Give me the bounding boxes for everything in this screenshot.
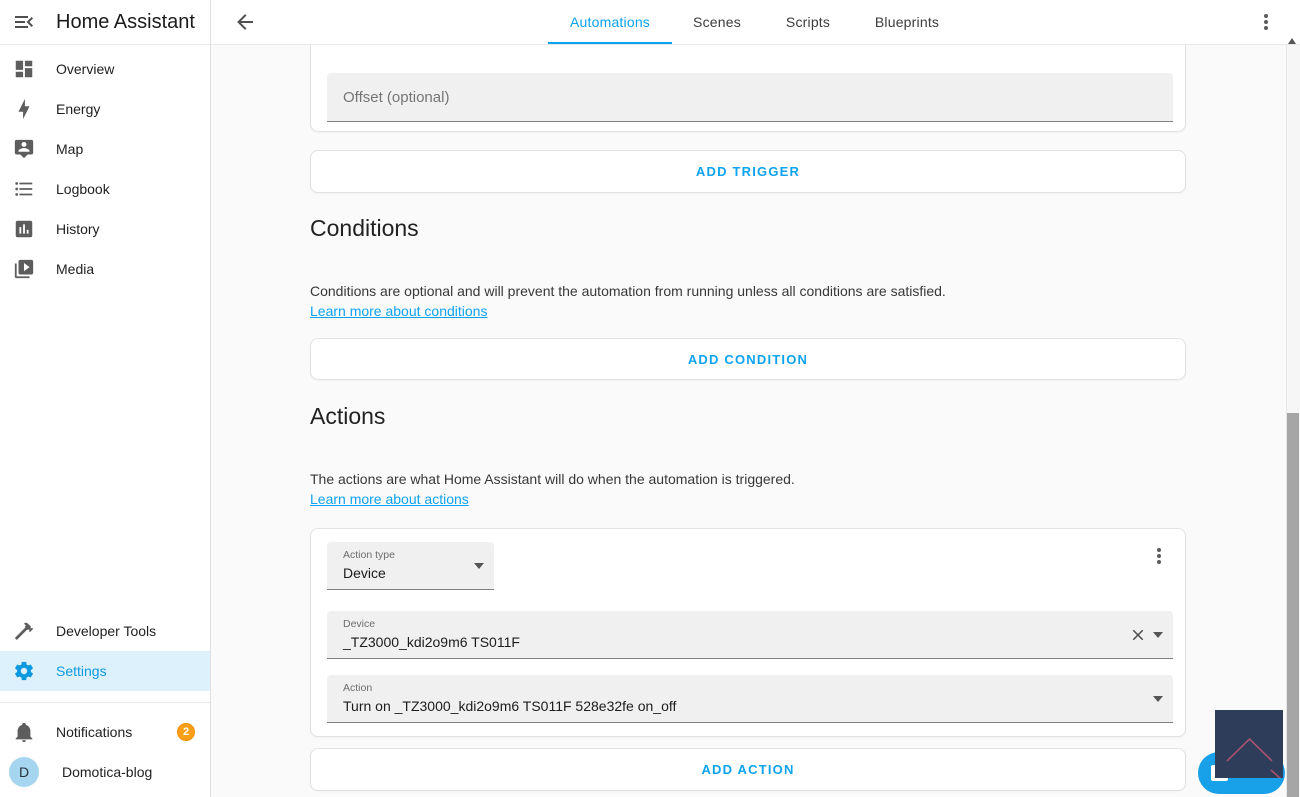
sidebar-item-developer-tools[interactable]: Developer Tools — [0, 611, 210, 651]
tab-automations[interactable]: Automations — [548, 0, 672, 44]
gear-icon — [12, 659, 36, 683]
chevron-logo-icon — [1226, 737, 1283, 781]
trigger-card-partial: Offset (optional) — [310, 45, 1186, 132]
action-type-select[interactable]: Action type Device — [327, 542, 494, 590]
add-condition-label: ADD CONDITION — [687, 351, 809, 367]
sidebar-toggle-menu-icon[interactable] — [12, 10, 36, 34]
tab-scripts[interactable]: Scripts — [762, 0, 854, 44]
sidebar-item-label: Settings — [56, 663, 107, 679]
sidebar-item-label: Media — [56, 261, 95, 277]
device-field-value: _TZ3000_kdi2o9m6 TS011F — [343, 634, 520, 650]
sidebar-nav: Overview Energy Map Logbook History Medi… — [0, 45, 210, 289]
sidebar-item-label: Notifications — [56, 724, 133, 740]
sidebar-tools-group: Developer Tools Settings — [0, 611, 210, 691]
actions-description: The actions are what Home Assistant will… — [310, 471, 795, 487]
sidebar-footer-group: Notifications 2 D Domotica-blog — [0, 712, 210, 792]
action-field-label: Action — [343, 682, 373, 694]
sidebar-item-settings[interactable]: Settings — [0, 651, 210, 691]
tab-scenes[interactable]: Scenes — [672, 0, 762, 44]
list-bulleted-icon — [12, 177, 36, 201]
conditions-learn-more-link[interactable]: Learn more about conditions — [310, 303, 487, 319]
chevron-down-icon[interactable] — [1153, 696, 1163, 702]
bell-icon — [12, 720, 36, 744]
tab-label: Scripts — [785, 14, 831, 30]
sidebar-item-energy[interactable]: Energy — [0, 89, 210, 129]
sidebar-item-label: Logbook — [56, 181, 110, 197]
action-type-value: Device — [343, 565, 386, 581]
sidebar-header: Home Assistant — [0, 0, 210, 45]
actions-heading: Actions — [310, 403, 386, 429]
sidebar-item-label: Developer Tools — [56, 623, 157, 639]
device-combobox[interactable]: Device _TZ3000_kdi2o9m6 TS011F — [327, 611, 1173, 659]
sidebar-item-label: Domotica-blog — [62, 764, 153, 780]
sidebar-item-notifications[interactable]: Notifications 2 — [0, 712, 210, 752]
hammer-icon — [12, 619, 36, 643]
actions-learn-more-link[interactable]: Learn more about actions — [310, 491, 469, 507]
tab-bar: Automations Scenes Scripts Blueprints — [548, 0, 960, 44]
overflow-menu-icon[interactable] — [1254, 10, 1278, 34]
back-arrow-icon[interactable] — [233, 10, 257, 34]
sidebar-item-label: Map — [56, 141, 84, 157]
conditions-heading: Conditions — [310, 215, 419, 241]
chart-box-icon — [12, 217, 36, 241]
sidebar-item-media[interactable]: Media — [0, 249, 210, 289]
play-box-icon — [12, 257, 36, 281]
offset-input[interactable]: Offset (optional) — [327, 73, 1173, 122]
sidebar-divider — [0, 702, 210, 703]
offset-input-placeholder: Offset (optional) — [343, 88, 450, 106]
tab-label: Automations — [569, 14, 651, 30]
add-condition-button[interactable]: ADD CONDITION — [310, 338, 1186, 380]
sidebar-item-profile[interactable]: D Domotica-blog — [0, 752, 210, 792]
action-card: Action type Device Device _TZ3000_kdi2o9… — [310, 528, 1186, 737]
app-title: Home Assistant — [56, 10, 195, 33]
sidebar-item-history[interactable]: History — [0, 209, 210, 249]
tab-label: Blueprints — [874, 14, 940, 30]
conditions-description: Conditions are optional and will prevent… — [310, 283, 946, 299]
chevron-down-icon[interactable] — [1153, 632, 1163, 638]
scrollbar-thumb[interactable] — [1287, 413, 1299, 797]
add-trigger-label: ADD TRIGGER — [695, 164, 801, 179]
chevron-down-icon — [474, 563, 484, 569]
device-field-label: Device — [343, 618, 376, 630]
sidebar-item-label: Energy — [56, 101, 101, 117]
user-avatar: D — [9, 757, 39, 787]
account-tooltip-icon — [12, 137, 36, 161]
add-action-button[interactable]: ADD ACTION — [310, 748, 1186, 791]
sidebar-item-label: Overview — [56, 61, 115, 77]
lightning-bolt-icon — [12, 97, 36, 121]
action-type-label: Action type — [343, 549, 395, 561]
clear-device-icon[interactable] — [1129, 626, 1147, 644]
action-card-menu-icon[interactable] — [1147, 544, 1171, 568]
active-tab-underline — [548, 42, 672, 44]
add-action-label: ADD ACTION — [701, 762, 795, 777]
scrollbar-up-arrow-icon[interactable] — [1288, 38, 1296, 44]
action-field-value: Turn on _TZ3000_kdi2o9m6 TS011F 528e32fe… — [343, 698, 677, 714]
notification-count-badge: 2 — [177, 723, 195, 741]
view-dashboard-icon — [12, 57, 36, 81]
tab-label: Scenes — [693, 14, 741, 30]
tab-blueprints[interactable]: Blueprints — [854, 0, 960, 44]
sidebar-item-overview[interactable]: Overview — [0, 49, 210, 89]
sidebar-item-logbook[interactable]: Logbook — [0, 169, 210, 209]
sidebar-item-label: History — [56, 221, 100, 237]
sidebar-item-map[interactable]: Map — [0, 129, 210, 169]
add-trigger-button[interactable]: ADD TRIGGER — [310, 150, 1186, 193]
top-app-bar: Automations Scenes Scripts Blueprints — [211, 0, 1300, 45]
sidebar: Home Assistant Overview Energy Map Logbo… — [0, 0, 211, 797]
action-select[interactable]: Action Turn on _TZ3000_kdi2o9m6 TS011F 5… — [327, 675, 1173, 723]
overlay-logo-square — [1215, 710, 1283, 781]
